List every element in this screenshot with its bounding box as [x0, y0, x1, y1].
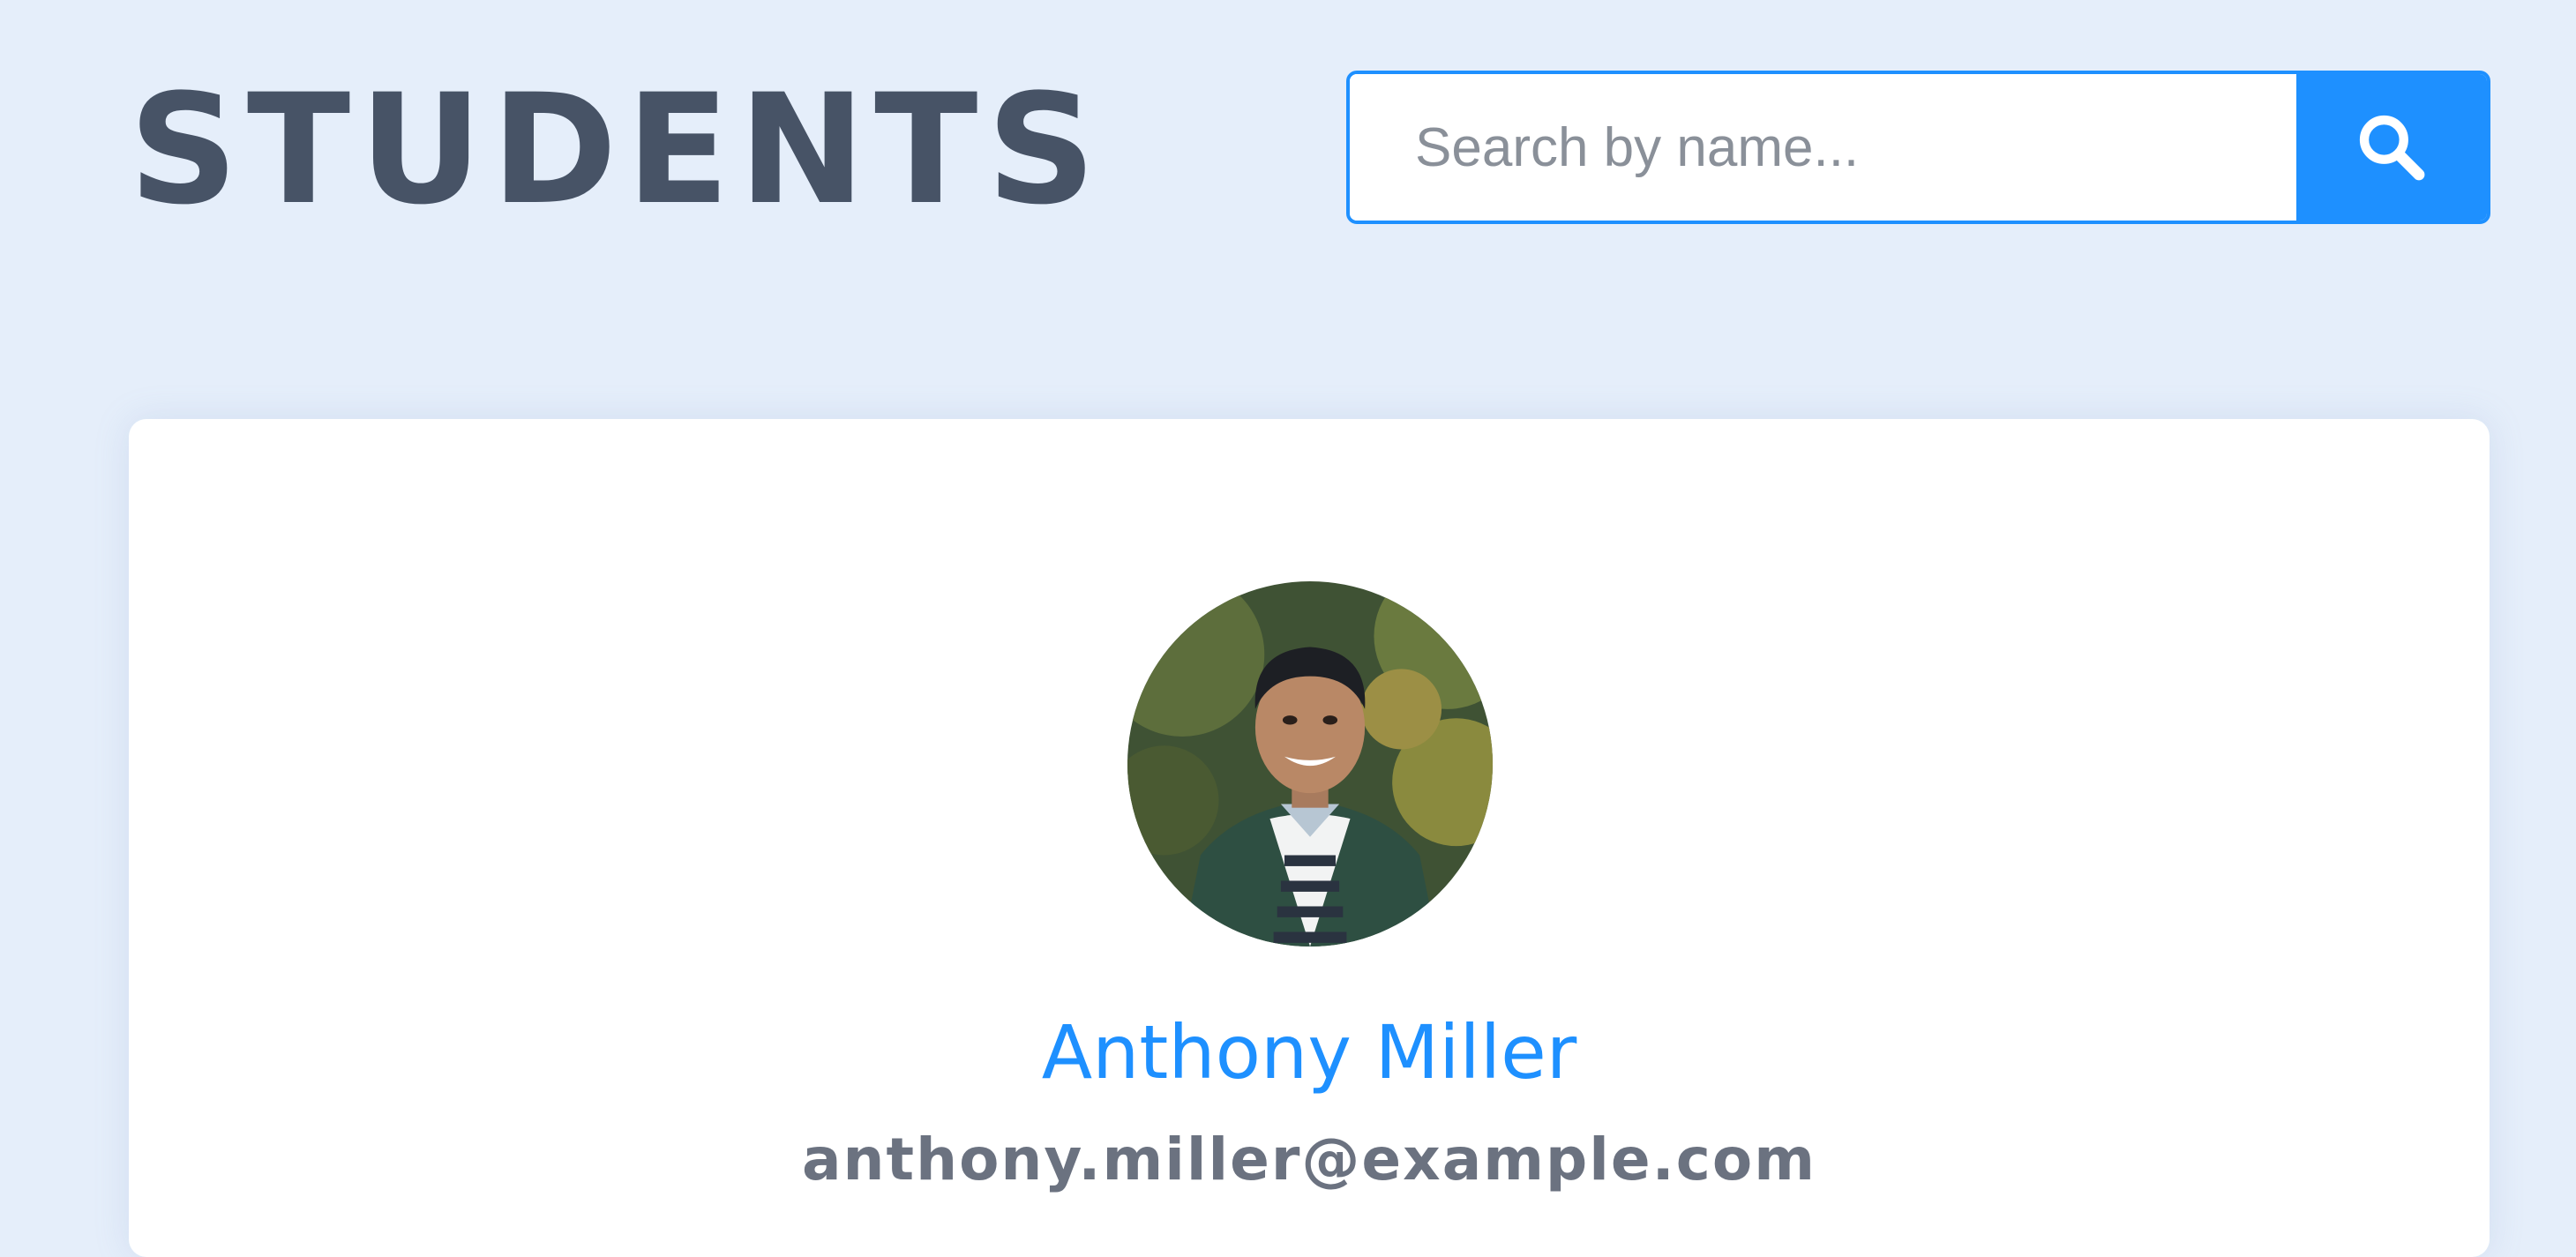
student-email: anthony.miller@example.com — [802, 1126, 1816, 1193]
student-card[interactable]: Anthony Miller anthony.miller@example.co… — [129, 419, 2490, 1257]
page-title: STUDENTS — [129, 61, 1105, 238]
student-name[interactable]: Anthony Miller — [129, 1008, 2490, 1096]
search-icon — [2359, 115, 2425, 181]
search-bar — [1346, 71, 2490, 224]
search-input[interactable] — [1350, 74, 2296, 221]
avatar — [1127, 581, 1493, 946]
search-button[interactable] — [2296, 74, 2487, 221]
student-avatar-photo — [1127, 581, 1493, 946]
